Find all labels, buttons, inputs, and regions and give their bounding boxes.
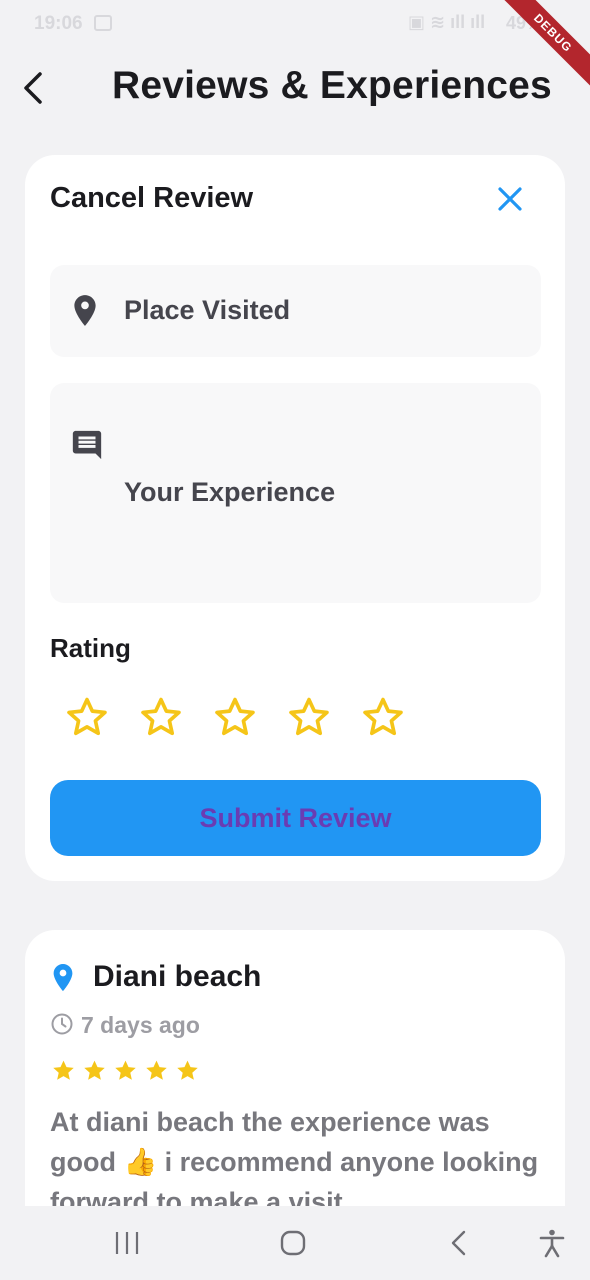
close-icon (498, 187, 522, 211)
submit-review-button[interactable]: Submit Review (50, 780, 541, 856)
location-pin-icon (53, 963, 73, 992)
system-back-icon[interactable] (444, 1228, 474, 1258)
app-bar: Reviews & Experiences (0, 56, 590, 120)
rating-star-5[interactable] (361, 695, 405, 739)
star-icon (84, 1060, 105, 1080)
star-icon (53, 1060, 74, 1080)
comment-icon (72, 430, 102, 460)
signal-icons: ▣ ≋ ıll ıll (408, 12, 486, 32)
location-pin-icon (74, 295, 96, 326)
review-form-card: Cancel Review Place Visited Your Experie… (25, 155, 565, 881)
recent-apps-icon[interactable] (112, 1228, 142, 1258)
status-time: 19:06 (34, 13, 83, 34)
star-icon (115, 1060, 136, 1080)
review-text: At diani beach the experience was good 👍… (50, 1107, 539, 1217)
star-icon (146, 1060, 167, 1080)
clock-icon (51, 1013, 73, 1035)
close-button[interactable] (490, 179, 530, 219)
review-time: 7 days ago (81, 1012, 200, 1038)
rating-star-2[interactable] (139, 695, 183, 739)
place-visited-field[interactable]: Place Visited (50, 265, 541, 357)
review-place-name: Diani beach (93, 960, 262, 993)
place-visited-placeholder: Place Visited (124, 295, 291, 325)
gallery-notification-icon (94, 15, 112, 31)
chevron-left-icon (24, 72, 42, 104)
system-nav-bar (0, 1206, 590, 1280)
rating-label: Rating (50, 633, 131, 663)
rating-star-1[interactable] (65, 695, 109, 739)
star-icon (177, 1060, 198, 1080)
page-title: Reviews & Experiences (112, 64, 552, 107)
status-bar: 19:06 ▣ ≋ ıll ıll 49% DEBUG (0, 0, 590, 94)
rating-stars (65, 695, 405, 739)
experience-placeholder: Your Experience (124, 477, 336, 507)
experience-field[interactable]: Your Experience (50, 383, 541, 603)
form-title: Cancel Review (50, 182, 254, 214)
accessibility-icon[interactable] (537, 1228, 567, 1258)
review-star-rating (51, 1058, 200, 1083)
home-icon[interactable] (278, 1228, 308, 1258)
rating-star-3[interactable] (213, 695, 257, 739)
rating-star-4[interactable] (287, 695, 331, 739)
back-button[interactable] (16, 66, 56, 110)
